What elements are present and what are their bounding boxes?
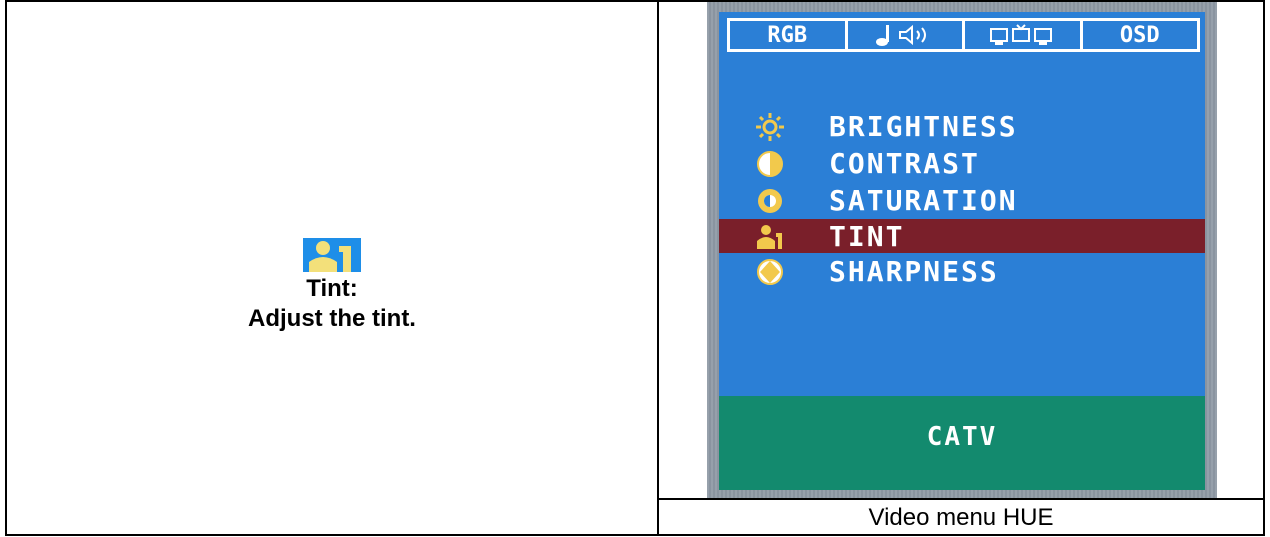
osd-footer-catv: CATV bbox=[719, 396, 1205, 490]
menu-item-contrast[interactable]: CONTRAST bbox=[719, 145, 1205, 182]
document-table: Tint: Adjust the tint. RGB OSD BRIGHTNES… bbox=[5, 0, 1265, 536]
osd-screen: RGB OSD BRIGHTNESS CONTRAST SATURATION T… bbox=[719, 12, 1205, 490]
tint-description: Adjust the tint. bbox=[248, 305, 416, 332]
menu-label-saturation: SATURATION bbox=[829, 184, 1018, 217]
menu-item-saturation[interactable]: SATURATION bbox=[719, 182, 1205, 219]
tab-osd[interactable]: OSD bbox=[1079, 18, 1200, 52]
menu-label-contrast: CONTRAST bbox=[829, 147, 980, 180]
description-block: Tint: Adjust the tint. bbox=[7, 238, 657, 334]
figure-caption: Video menu HUE bbox=[868, 504, 1054, 531]
menu-item-brightness[interactable]: BRIGHTNESS bbox=[719, 108, 1205, 145]
menu-label-brightness: BRIGHTNESS bbox=[829, 110, 1018, 143]
osd-menu-list: BRIGHTNESS CONTRAST SATURATION TINT SHAR… bbox=[719, 108, 1205, 290]
osd-photo: RGB OSD BRIGHTNESS CONTRAST SATURATION T… bbox=[707, 2, 1217, 500]
tab-rgb[interactable]: RGB bbox=[727, 18, 848, 52]
audio-tab-icon bbox=[875, 24, 926, 46]
menu-label-sharpness: SHARPNESS bbox=[829, 255, 999, 288]
osd-tab-bar: RGB OSD bbox=[727, 18, 1200, 52]
saturation-icon bbox=[755, 186, 795, 216]
description-cell: Tint: Adjust the tint. bbox=[7, 2, 657, 534]
screenshot-cell: RGB OSD BRIGHTNESS CONTRAST SATURATION T… bbox=[659, 2, 1263, 534]
tab-video[interactable] bbox=[962, 18, 1083, 52]
sun-icon bbox=[755, 112, 795, 142]
menu-label-tint: TINT bbox=[829, 219, 905, 253]
tint-icon bbox=[755, 221, 795, 251]
tint-person-1-icon bbox=[303, 238, 361, 272]
contrast-icon bbox=[755, 149, 795, 179]
osd-tab-label: OSD bbox=[1119, 22, 1160, 48]
tint-title: Tint: bbox=[306, 275, 358, 302]
video-tab-icon bbox=[990, 24, 1053, 45]
sharpness-icon bbox=[755, 257, 795, 287]
rgb-tab-label: RGB bbox=[767, 22, 808, 48]
menu-item-sharpness[interactable]: SHARPNESS bbox=[719, 253, 1205, 290]
menu-item-tint[interactable]: TINT bbox=[719, 219, 1205, 253]
tab-audio[interactable] bbox=[844, 18, 965, 52]
